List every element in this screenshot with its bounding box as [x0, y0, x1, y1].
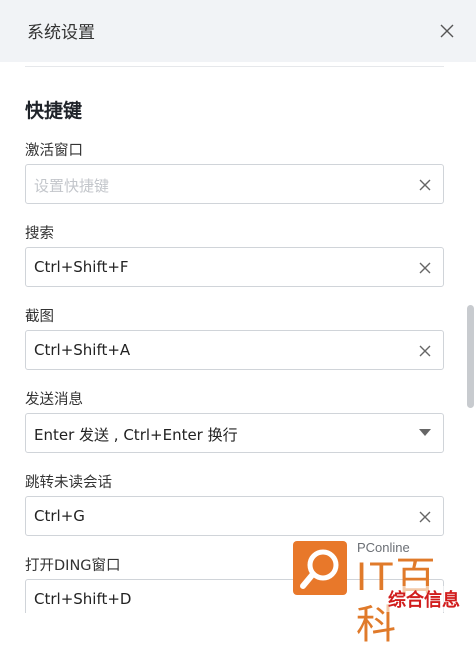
shortcut-field-jump-unread[interactable]: Ctrl+G [25, 496, 444, 536]
field-label-screenshot: 截图 [25, 309, 54, 325]
watermark-tag: 综合信息 [386, 586, 462, 612]
divider [25, 66, 444, 67]
field-label-search: 搜索 [25, 226, 54, 242]
caret-down-icon [419, 429, 431, 436]
field-label-jump-unread: 跳转未读会话 [25, 475, 112, 491]
clear-icon[interactable] [417, 260, 433, 276]
shortcut-field-screenshot[interactable]: Ctrl+Shift+A [25, 330, 444, 370]
field-label-activate: 激活窗口 [25, 143, 83, 159]
shortcut-value: Ctrl+G [34, 507, 85, 525]
scrollbar-thumb[interactable] [467, 305, 474, 408]
send-message-select[interactable]: Enter 发送 , Ctrl+Enter 换行 [25, 413, 444, 453]
clear-icon[interactable] [417, 509, 433, 525]
shortcut-placeholder: 设置快捷键 [34, 177, 110, 195]
settings-content[interactable]: 快捷键 激活窗口 设置快捷键 搜索 Ctrl+Shift+F 截图 Ctrl+S… [0, 62, 476, 613]
shortcut-value: Ctrl+Shift+A [34, 341, 131, 359]
close-icon [440, 24, 454, 38]
field-label-ding: 打开DING窗口 [25, 558, 121, 574]
field-label-send-message: 发送消息 [25, 392, 83, 408]
page-title: 系统设置 [27, 23, 95, 43]
close-button[interactable] [434, 18, 460, 44]
magnifier-logo [293, 541, 347, 595]
clear-icon[interactable] [417, 177, 433, 193]
section-title: 快捷键 [25, 100, 83, 122]
shortcut-field-activate[interactable]: 设置快捷键 [25, 164, 444, 204]
shortcut-value: Ctrl+Shift+F [34, 258, 129, 276]
clear-icon[interactable] [417, 343, 433, 359]
shortcut-field-search[interactable]: Ctrl+Shift+F [25, 247, 444, 287]
select-value: Enter 发送 , Ctrl+Enter 换行 [34, 426, 238, 444]
settings-header: 系统设置 [0, 0, 476, 62]
shortcut-value: Ctrl+Shift+D [34, 590, 132, 608]
